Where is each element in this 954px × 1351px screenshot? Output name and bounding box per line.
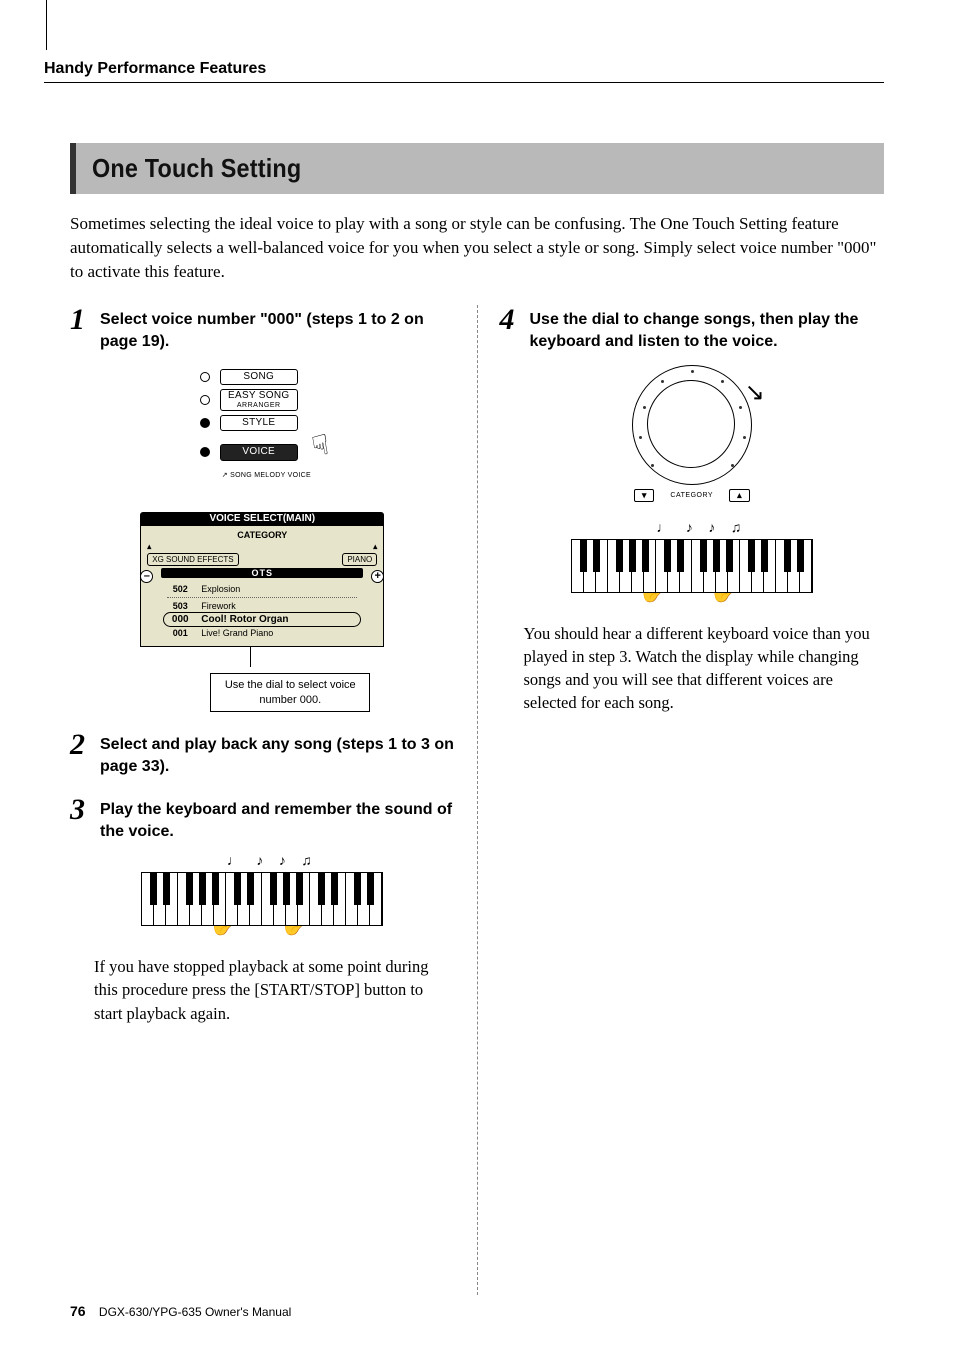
step-3-body: If you have stopped playback at some poi… — [94, 955, 455, 1024]
led-style — [200, 418, 210, 428]
button-easy-arranger: EASY SONG ARRANGER — [220, 389, 298, 411]
page-number: 76 — [70, 1303, 86, 1319]
category-label: CATEGORY — [670, 492, 713, 499]
left-column: 1 Select voice number "000" (steps 1 to … — [70, 305, 455, 1295]
category-up-button: ▴ — [729, 489, 750, 502]
lcd-category-left: XG SOUND EFFECTS — [147, 553, 238, 566]
section-title-box: One Touch Setting — [70, 143, 884, 194]
category-down-button: ▾ — [634, 489, 655, 502]
lcd-voice-list: 502Explosion 503Firework 000Cool! Rotor … — [167, 584, 357, 638]
lcd-title: VOICE SELECT(MAIN) — [140, 512, 384, 525]
section-title: One Touch Setting — [92, 153, 790, 184]
page-footer: 76 DGX-630/YPG-635 Owner's Manual — [70, 1303, 291, 1319]
keyboard-icon — [141, 872, 383, 926]
step-1-title: Select voice number "000" (steps 1 to 2 … — [100, 309, 455, 352]
step-4-body: You should hear a different keyboard voi… — [524, 622, 885, 714]
manual-title: DGX-630/YPG-635 Owner's Manual — [99, 1305, 291, 1319]
step-3: 3 Play the keyboard and remember the sou… — [70, 795, 455, 1024]
button-song: SONG — [220, 369, 298, 386]
figure-keyboard-left: ♩ ♪ ♪ ♫ 🖐🖐 — [70, 854, 455, 937]
led-easy — [200, 395, 210, 405]
step-3-number: 3 — [70, 795, 92, 825]
page-container: Handy Performance Features One Touch Set… — [0, 0, 954, 1351]
lcd-caption: Use the dial to select voice number 000. — [210, 673, 370, 712]
column-divider — [477, 305, 478, 1295]
step-3-title: Play the keyboard and remember the sound… — [100, 799, 455, 842]
step-4-number: 4 — [500, 305, 522, 335]
music-notes-icon: ♩ ♪ ♪ ♫ — [141, 854, 383, 870]
lcd-minus-icon: – — [140, 570, 153, 583]
lcd-row-503: 503Firework — [167, 601, 357, 611]
step-2-number: 2 — [70, 730, 92, 760]
lcd-category-right: PIANO — [342, 553, 377, 566]
dial-arrow-icon: ↘ — [745, 378, 765, 407]
two-column-layout: 1 Select voice number "000" (steps 1 to … — [70, 305, 884, 1295]
intro-paragraph: Sometimes selecting the ideal voice to p… — [70, 212, 884, 283]
keyboard-icon — [571, 539, 813, 593]
button-easy-line1: EASY SONG — [228, 390, 289, 401]
figure-voice-buttons: SONG EASY SONG ARRANGER STYLE — [70, 365, 455, 483]
press-indicator-icon: ☟ — [309, 428, 332, 464]
button-voice: VOICE — [220, 444, 298, 461]
chapter-header: Handy Performance Features — [44, 60, 884, 83]
lcd-ots-bar: OTS — [161, 568, 363, 578]
figure-lcd: VOICE SELECT(MAIN) CATEGORY ▴▴ XG SOUND … — [70, 500, 455, 712]
button-easy-line2: ARRANGER — [227, 402, 291, 409]
step-2: 2 Select and play back any song (steps 1… — [70, 730, 455, 777]
step-2-title: Select and play back any song (steps 1 t… — [100, 734, 455, 777]
step-1: 1 Select voice number "000" (steps 1 to … — [70, 305, 455, 712]
lcd-row-502: 502Explosion — [167, 584, 357, 594]
step-4-title: Use the dial to change songs, then play … — [530, 309, 885, 352]
song-melody-voice-label: ↗ SONG MELODY VOICE — [200, 471, 325, 479]
lcd-row-001: 001Live! Grand Piano — [167, 628, 357, 638]
music-notes-icon: ♩ ♪ ♪ ♫ — [571, 521, 813, 537]
figure-keyboard-right: ♩ ♪ ♪ ♫ 🖐🖐 — [500, 521, 885, 604]
button-style: STYLE — [220, 415, 298, 432]
step-1-number: 1 — [70, 305, 92, 335]
figure-dial: ↘ ▾ CATEGORY ▴ — [500, 365, 885, 503]
led-song — [200, 372, 210, 382]
dial-icon: ↘ — [632, 365, 752, 485]
lcd-screen: CATEGORY ▴▴ XG SOUND EFFECTS PIANO – + O… — [140, 525, 384, 647]
lcd-category-label: CATEGORY — [147, 530, 377, 540]
lcd-plus-icon: + — [371, 570, 384, 583]
right-column: 4 Use the dial to change songs, then pla… — [500, 305, 885, 1295]
lcd-row-selected: 000Cool! Rotor Organ — [163, 612, 361, 627]
led-voice — [200, 447, 210, 457]
step-4: 4 Use the dial to change songs, then pla… — [500, 305, 885, 714]
